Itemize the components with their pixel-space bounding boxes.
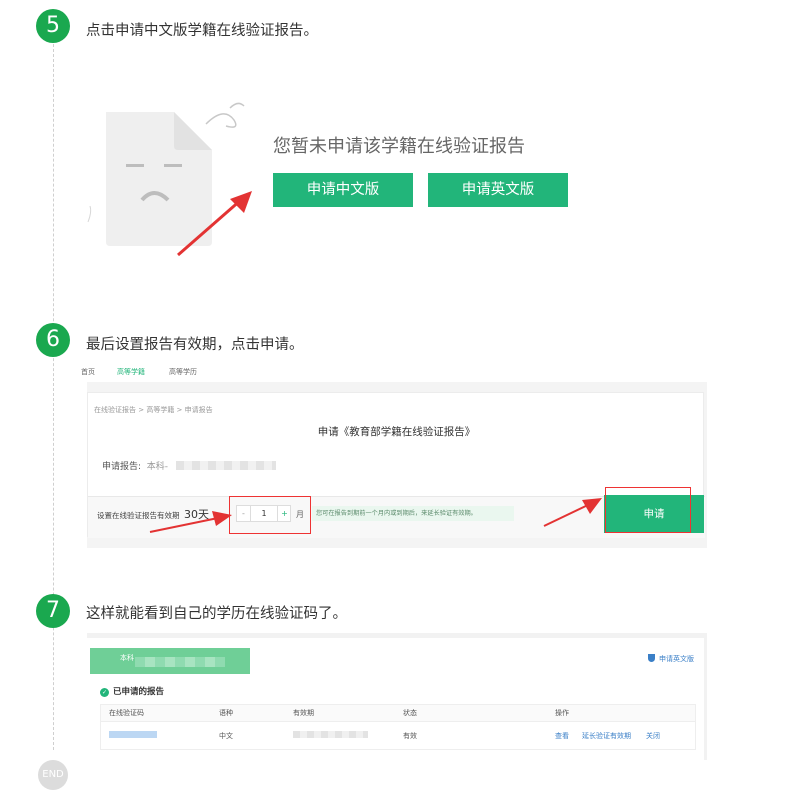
red-arrow-icon: [543, 498, 602, 527]
degree-banner: 本科: [90, 648, 250, 674]
table-header: 在线验证码 语种 有效期 状态 操作: [101, 705, 695, 722]
extend-validity-link[interactable]: 延长验证有效期: [582, 722, 631, 750]
page-title: 申请《教育部学籍在线验证报告》: [317, 426, 476, 438]
close-link[interactable]: 关闭: [646, 722, 660, 750]
tab-higher-enrollment[interactable]: 高等学籍: [117, 367, 145, 377]
check-circle-icon: ✓: [100, 688, 109, 697]
column-header: 状态: [403, 709, 417, 717]
view-link[interactable]: 查看: [555, 722, 569, 750]
validity-hint: 您可在报告到期前一个月内或到期后，来延长验证有效期。: [312, 506, 514, 521]
reports-panel: 本科 申请英文版 ✓ 已申请的报告 在线验证码 语种 有效期 状态 操作 中文 有…: [87, 638, 704, 760]
top-tabs: 首页 高等学籍 高等学历: [81, 362, 707, 380]
highlight-stepper: [229, 496, 311, 534]
breadcrumb: 在线验证报告 > 高等学籍 > 申请报告: [94, 406, 213, 414]
blurred-validity-date: [293, 731, 368, 738]
end-badge: END: [38, 760, 68, 790]
column-header: 在线验证码: [109, 709, 144, 717]
status-cell: 有效: [403, 732, 417, 740]
column-header: 语种: [219, 709, 233, 717]
column-header: 操作: [555, 709, 569, 717]
timeline-line: [53, 44, 54, 750]
apply-english-link[interactable]: 申请英文版: [648, 654, 694, 664]
apply-chinese-button[interactable]: 申请中文版: [273, 173, 413, 207]
highlight-apply: [605, 487, 691, 533]
step-7-badge: 7: [36, 594, 70, 628]
shield-icon: [648, 654, 655, 662]
empty-report-message: 您暂未申请该学籍在线验证报告: [273, 136, 525, 157]
blurred-report-name: [176, 461, 276, 470]
blurred-verification-code[interactable]: [109, 731, 157, 738]
step-5-text: 点击申请中文版学籍在线验证报告。: [86, 23, 318, 39]
step-6-badge: 6: [36, 323, 70, 357]
step-6-text: 最后设置报告有效期，点击申请。: [86, 337, 304, 353]
reports-table: 在线验证码 语种 有效期 状态 操作 中文 有效 查看 延长验证有效期 关闭: [100, 704, 696, 750]
column-header: 有效期: [293, 709, 314, 717]
applied-reports-screenshot: 本科 申请英文版 ✓ 已申请的报告 在线验证码 语种 有效期 状态 操作 中文 有…: [87, 633, 707, 760]
step-5-badge: 5: [36, 9, 70, 43]
tab-home[interactable]: 首页: [81, 367, 95, 377]
tab-higher-degree[interactable]: 高等学历: [169, 367, 197, 377]
language-cell: 中文: [219, 732, 233, 740]
table-row: 中文 有效 查看 延长验证有效期 关闭: [101, 722, 695, 750]
red-arrow-icon: [177, 191, 252, 257]
section-title: ✓ 已申请的报告: [100, 687, 165, 697]
red-arrow-icon: [149, 511, 232, 533]
apply-english-button[interactable]: 申请英文版: [428, 173, 568, 207]
step-7-text: 这样就能看到自己的学历在线验证码了。: [86, 606, 347, 622]
blurred-banner-text: [135, 657, 225, 667]
report-label: 申请报告: 本科-: [102, 462, 169, 472]
